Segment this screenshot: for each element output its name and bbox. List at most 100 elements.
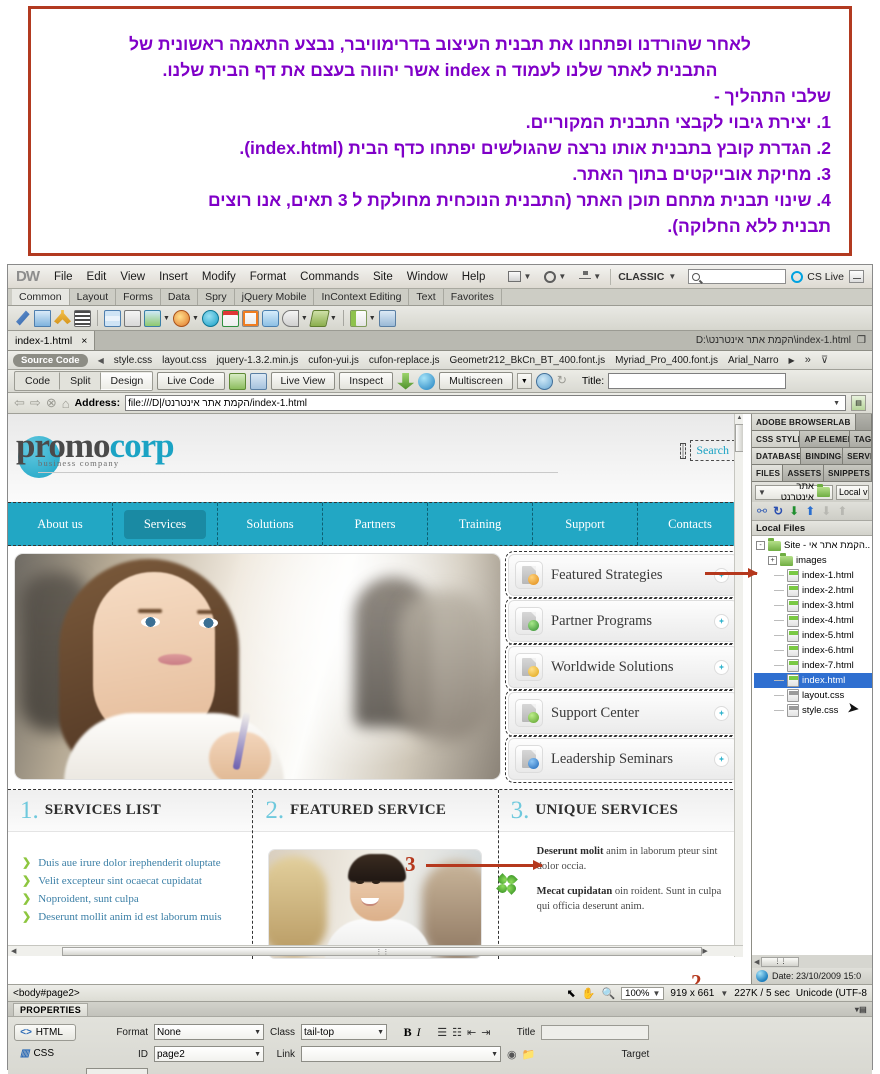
- nav-item-about-us[interactable]: About us: [8, 503, 113, 545]
- nav-item-services[interactable]: Services: [113, 503, 218, 545]
- chevron-down-icon[interactable]: ▼: [369, 315, 376, 322]
- nav-item-contacts[interactable]: Contacts: [638, 503, 743, 545]
- tree-node-index-2[interactable]: index-2.html: [754, 583, 872, 598]
- menu-format[interactable]: Format: [243, 268, 293, 286]
- service-box-worldwide-solutions[interactable]: Worldwide Solutions: [505, 643, 741, 691]
- scrollbar-thumb[interactable]: [735, 424, 743, 452]
- scroll-left-icon[interactable]: ◀: [8, 947, 16, 955]
- tree-node-index-4[interactable]: index-4.html: [754, 613, 872, 628]
- related-file-layout-css[interactable]: layout.css: [162, 355, 206, 366]
- menu-window[interactable]: Window: [400, 268, 455, 286]
- scroll-right-icon[interactable]: ▶: [702, 947, 707, 955]
- named-anchor-icon[interactable]: [54, 309, 71, 325]
- insert-image-icon[interactable]: [144, 309, 161, 327]
- scroll-left-icon[interactable]: ◀: [98, 356, 104, 365]
- filter-icon[interactable]: ⊽: [821, 355, 828, 366]
- nav-item-training[interactable]: Training: [428, 503, 533, 545]
- dock-tab-snippets[interactable]: SNIPPETS: [823, 465, 872, 481]
- tree-node-images[interactable]: + images: [754, 552, 872, 568]
- live-view-button[interactable]: Live View: [270, 372, 336, 390]
- list-item[interactable]: ❯ Duis aue irure dolor irephenderit olupt…: [22, 857, 252, 869]
- insert-tab-forms[interactable]: Forms: [116, 289, 161, 305]
- class-select[interactable]: tail-top ▼: [301, 1024, 388, 1040]
- insert-tab-layout[interactable]: Layout: [70, 289, 117, 305]
- design-view-button[interactable]: Design: [100, 372, 153, 390]
- connect-icon[interactable]: ⚯: [757, 505, 767, 517]
- related-file-arial-narrow[interactable]: Arial_Narro: [728, 355, 779, 366]
- italic-button[interactable]: I: [417, 1025, 421, 1040]
- insert-div-icon[interactable]: [124, 309, 141, 327]
- page-title-input[interactable]: [608, 373, 787, 389]
- workspace-switcher[interactable]: CLASSIC ▼: [610, 268, 683, 285]
- hyperlink-icon[interactable]: [16, 310, 30, 326]
- canvas-horizontal-scrollbar[interactable]: ◀ ⋮⋮ ▶: [8, 945, 743, 956]
- site-search-input[interactable]: [682, 443, 685, 458]
- menu-insert[interactable]: Insert: [152, 268, 195, 286]
- scroll-left-icon[interactable]: ◀: [754, 958, 759, 966]
- menu-edit[interactable]: Edit: [80, 268, 114, 286]
- expander-icon[interactable]: +: [768, 556, 777, 565]
- layout-switcher-button[interactable]: ▼: [504, 269, 535, 284]
- title-input[interactable]: [541, 1024, 650, 1040]
- service-arrow-icon[interactable]: [714, 613, 729, 629]
- extend-settings-button[interactable]: ▼: [540, 269, 570, 285]
- chevron-down-icon[interactable]: ▼: [163, 315, 170, 322]
- email-link-icon[interactable]: [34, 309, 51, 327]
- dock-tab-databases[interactable]: DATABASES: [752, 448, 802, 464]
- service-arrow-icon[interactable]: [714, 751, 729, 767]
- list-item[interactable]: ❯ Velit excepteur sint ocaecat cupidatat: [22, 875, 252, 887]
- service-box-featured-strategies[interactable]: Featured Strategies: [505, 551, 741, 599]
- get-files-icon[interactable]: ⬇: [789, 505, 799, 517]
- insert-tab-incontext-editing[interactable]: InContext Editing: [314, 289, 410, 305]
- insert-tab-data[interactable]: Data: [161, 289, 199, 305]
- related-file-geometr[interactable]: Geometr212_BkCn_BT_400.font.js: [449, 355, 605, 366]
- restore-window-icon[interactable]: ❐: [857, 335, 866, 346]
- hand-tool-icon[interactable]: ✋: [582, 987, 596, 1000]
- insert-tab-spry[interactable]: Spry: [198, 289, 235, 305]
- head-tags-icon[interactable]: [281, 309, 299, 327]
- live-code-button[interactable]: Live Code: [157, 372, 225, 390]
- server-side-include-icon[interactable]: [241, 309, 259, 327]
- service-arrow-icon[interactable]: [714, 567, 729, 583]
- validate-markup-icon[interactable]: [228, 372, 246, 390]
- list-item[interactable]: ❯ Noproident, sunt culpa: [22, 893, 252, 905]
- css-mode-button[interactable]: ▥ CSS: [14, 1046, 76, 1061]
- forward-icon[interactable]: ⇨: [30, 395, 41, 411]
- chevron-down-icon[interactable]: ▼: [833, 400, 843, 407]
- window-size-value[interactable]: 919 x 661: [670, 988, 714, 999]
- service-box-partner-programs[interactable]: Partner Programs: [505, 597, 741, 645]
- tag-chooser-icon[interactable]: [378, 309, 396, 327]
- tree-node-index-1[interactable]: index-1.html: [754, 568, 872, 583]
- menu-help[interactable]: Help: [455, 268, 493, 286]
- tag-selector[interactable]: <body#page2>: [13, 988, 80, 999]
- view-select[interactable]: Local v: [836, 484, 869, 500]
- list-item[interactable]: ❯ Deserunt mollit anim id est laborum mui…: [22, 911, 252, 923]
- files-horizontal-scrollbar[interactable]: ◀ ⋮⋮: [752, 955, 872, 968]
- format-select[interactable]: None ▼: [154, 1024, 264, 1040]
- widget-icon[interactable]: [201, 309, 219, 327]
- horizontal-rule-icon[interactable]: [74, 309, 91, 327]
- file-management-icon[interactable]: ▤: [851, 395, 866, 411]
- insert-media-icon[interactable]: [172, 309, 190, 327]
- dock-tab-adobe-browserlab[interactable]: ADOBE BROWSERLAB: [752, 414, 856, 430]
- templates-icon[interactable]: [349, 309, 367, 327]
- tree-node-index-3[interactable]: index-3.html: [754, 598, 872, 613]
- menu-commands[interactable]: Commands: [293, 268, 366, 286]
- stop-icon[interactable]: ⊗: [46, 395, 57, 411]
- tree-node-site-root[interactable]: - Site - הקמת אתר אי..: [754, 537, 872, 553]
- preview-browser-icon[interactable]: [418, 372, 436, 390]
- nav-item-partners[interactable]: Partners: [323, 503, 428, 545]
- related-file-myriad[interactable]: Myriad_Pro_400.font.js: [615, 355, 718, 366]
- document-tab-index-1[interactable]: index-1.html ×: [8, 331, 96, 350]
- browse-folder-icon[interactable]: 📁: [522, 1048, 536, 1061]
- panel-menu-icon[interactable]: ▾▤: [855, 1005, 867, 1014]
- zoom-tool-icon[interactable]: 🔍: [601, 987, 615, 1000]
- id-select[interactable]: page2 ▼: [154, 1046, 264, 1062]
- related-file-cufon-yui[interactable]: cufon-yui.js: [308, 355, 359, 366]
- dock-tab-css-styles[interactable]: CSS STYLES: [752, 431, 801, 447]
- service-arrow-icon[interactable]: [714, 659, 729, 675]
- bold-button[interactable]: B: [404, 1025, 412, 1040]
- tree-node-index-6[interactable]: index-6.html: [754, 643, 872, 658]
- site-search-button[interactable]: Search: [690, 440, 735, 461]
- table-icon[interactable]: [104, 309, 121, 327]
